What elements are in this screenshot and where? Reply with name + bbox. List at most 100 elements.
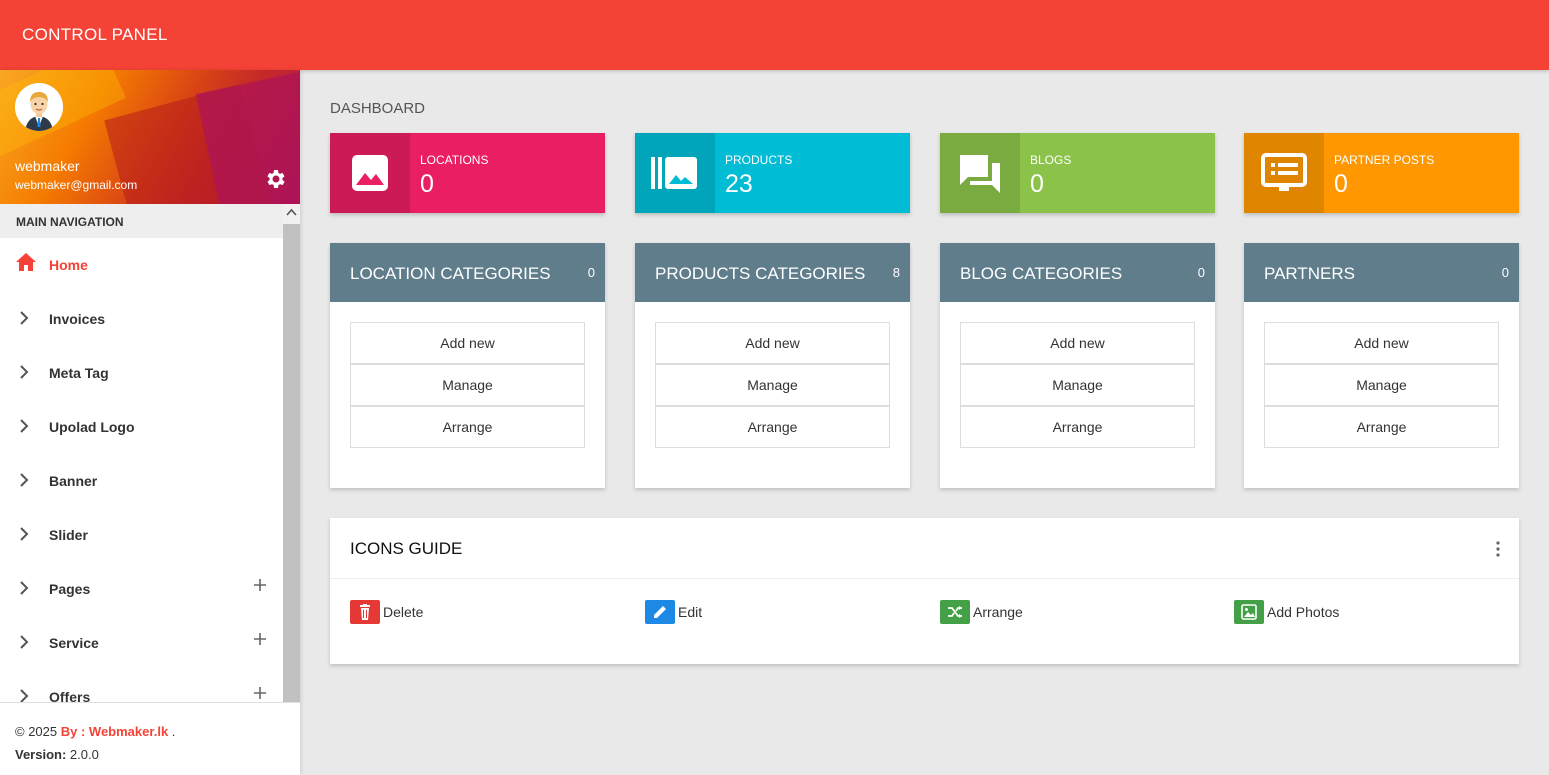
card-count: 0 — [587, 265, 595, 280]
manage-button[interactable]: Manage — [1264, 364, 1499, 406]
more-vert-icon[interactable] — [1495, 541, 1501, 557]
footer-dot: . — [171, 724, 176, 739]
home-icon — [16, 253, 36, 271]
add-new-button[interactable]: Add new — [1264, 322, 1499, 364]
manage-button[interactable]: Manage — [655, 364, 890, 406]
sidebar-scrollbar[interactable] — [283, 204, 300, 702]
sidebar-item-label: Slider — [49, 527, 88, 543]
arrange-button[interactable]: Arrange — [960, 406, 1195, 448]
footer-link[interactable]: By : Webmaker.lk — [61, 724, 168, 739]
info-box-value: 0 — [420, 170, 434, 198]
gallery-icon — [635, 133, 715, 213]
version-value: 2.0.0 — [69, 747, 99, 762]
card-header: PRODUCTS CATEGORIES 8 — [635, 243, 910, 302]
info-box-value: 0 — [1334, 170, 1348, 198]
card-title: BLOG CATEGORIES — [960, 264, 1123, 283]
app-title[interactable]: CONTROL PANEL — [22, 25, 168, 45]
chevron-right-icon — [20, 419, 29, 433]
chevron-right-icon — [20, 527, 29, 541]
legend-label: Add Photos — [1267, 604, 1340, 620]
sidebar-item-label: Upolad Logo — [49, 419, 135, 435]
copyright-text: © 2025 — [15, 724, 58, 739]
add-new-button[interactable]: Add new — [655, 322, 890, 364]
card-header: LOCATION CATEGORIES 0 — [330, 243, 605, 302]
sidebar-item-service[interactable]: Service — [0, 616, 283, 670]
card-title: LOCATION CATEGORIES — [350, 264, 551, 283]
chevron-right-icon — [20, 473, 29, 487]
add-new-button[interactable]: Add new — [960, 322, 1195, 364]
card-count: 0 — [1501, 265, 1509, 280]
sidebar-item-slider[interactable]: Slider — [0, 508, 283, 562]
sidebar-item-label: Invoices — [49, 311, 106, 327]
manage-button[interactable]: Manage — [350, 364, 585, 406]
info-box-value: 0 — [1030, 170, 1044, 198]
card-title: ICONS GUIDE — [350, 539, 463, 558]
info-box-products[interactable]: PRODUCTS 23 — [635, 133, 910, 213]
plus-icon[interactable] — [254, 687, 266, 699]
card-title: PRODUCTS CATEGORIES — [655, 264, 866, 283]
manage-button[interactable]: Manage — [960, 364, 1195, 406]
sidebar-item-upload-logo[interactable]: Upolad Logo — [0, 400, 283, 454]
legend-label: Edit — [678, 604, 703, 620]
page-title: DASHBOARD — [330, 100, 426, 117]
info-box-locations[interactable]: LOCATIONS 0 — [330, 133, 605, 213]
sidebar-item-label: Banner — [49, 473, 98, 489]
arrange-button[interactable]: Arrange — [1264, 406, 1499, 448]
chevron-right-icon — [20, 365, 29, 379]
card-products-categories: PRODUCTS CATEGORIES 8 Add new Manage Arr… — [635, 243, 910, 488]
chevron-right-icon — [20, 581, 29, 595]
sidebar-item-invoices[interactable]: Invoices — [0, 292, 283, 346]
avatar[interactable] — [15, 83, 63, 131]
sidebar-item-banner[interactable]: Banner — [0, 454, 283, 508]
card-count: 0 — [1197, 265, 1205, 280]
card-partners: PARTNERS 0 Add new Manage Arrange — [1244, 243, 1519, 488]
chevron-right-icon — [20, 635, 29, 649]
info-box-blogs[interactable]: BLOGS 0 — [940, 133, 1215, 213]
info-box-label: PARTNER POSTS — [1334, 153, 1435, 167]
card-count: 8 — [892, 265, 900, 280]
arrange-button[interactable]: Arrange — [655, 406, 890, 448]
sidebar-item-label: Service — [49, 635, 99, 651]
shuffle-icon — [940, 600, 970, 624]
sidebar-item-label: Home — [49, 257, 88, 273]
top-navbar: CONTROL PANEL — [0, 0, 1549, 70]
plus-icon[interactable] — [254, 579, 266, 591]
info-box-label: PRODUCTS — [725, 153, 793, 167]
sidebar-item-meta-tag[interactable]: Meta Tag — [0, 346, 283, 400]
user-name: webmaker — [15, 158, 80, 174]
info-box-label: LOCATIONS — [420, 153, 489, 167]
chevron-right-icon — [20, 689, 29, 703]
sidebar-item-pages[interactable]: Pages — [0, 562, 283, 616]
chevron-right-icon — [20, 311, 29, 325]
gear-icon[interactable] — [264, 167, 288, 191]
pencil-icon — [645, 600, 675, 624]
trash-icon — [350, 600, 380, 624]
photo-icon — [1234, 600, 1264, 624]
arrange-button[interactable]: Arrange — [350, 406, 585, 448]
card-header: PARTNERS 0 — [1244, 243, 1519, 302]
legend-label: Delete — [383, 604, 424, 620]
user-email: webmaker@gmail.com — [15, 178, 138, 192]
icons-guide-card: ICONS GUIDE Delete Edit Arrange Add Phot… — [330, 518, 1519, 664]
monitor-list-icon — [1244, 133, 1324, 213]
version-label: Version: — [15, 747, 67, 762]
scrollbar-thumb[interactable] — [283, 224, 300, 702]
card-location-categories: LOCATION CATEGORIES 0 Add new Manage Arr… — [330, 243, 605, 488]
card-header: ICONS GUIDE — [330, 518, 1519, 579]
add-new-button[interactable]: Add new — [350, 322, 585, 364]
sidebar: webmaker webmaker@gmail.com MAIN NAVIGAT… — [0, 70, 300, 775]
info-box-partner-posts[interactable]: PARTNER POSTS 0 — [1244, 133, 1519, 213]
scroll-up-icon[interactable] — [286, 208, 297, 216]
sidebar-footer: © 2025 By : Webmaker.lk . Version: 2.0.0 — [0, 702, 300, 775]
card-title: PARTNERS — [1264, 264, 1356, 283]
card-header: BLOG CATEGORIES 0 — [940, 243, 1215, 302]
info-box-value: 23 — [725, 170, 753, 198]
user-info-panel: webmaker webmaker@gmail.com — [0, 70, 300, 204]
sidebar-item-home[interactable]: Home — [0, 238, 283, 292]
forum-icon — [940, 133, 1020, 213]
sidebar-item-label: Pages — [49, 581, 91, 597]
plus-icon[interactable] — [254, 633, 266, 645]
nav-list: Home Invoices Meta Tag Upolad Logo Banne… — [0, 238, 283, 724]
image-icon — [330, 133, 410, 213]
info-box-label: BLOGS — [1030, 153, 1072, 167]
